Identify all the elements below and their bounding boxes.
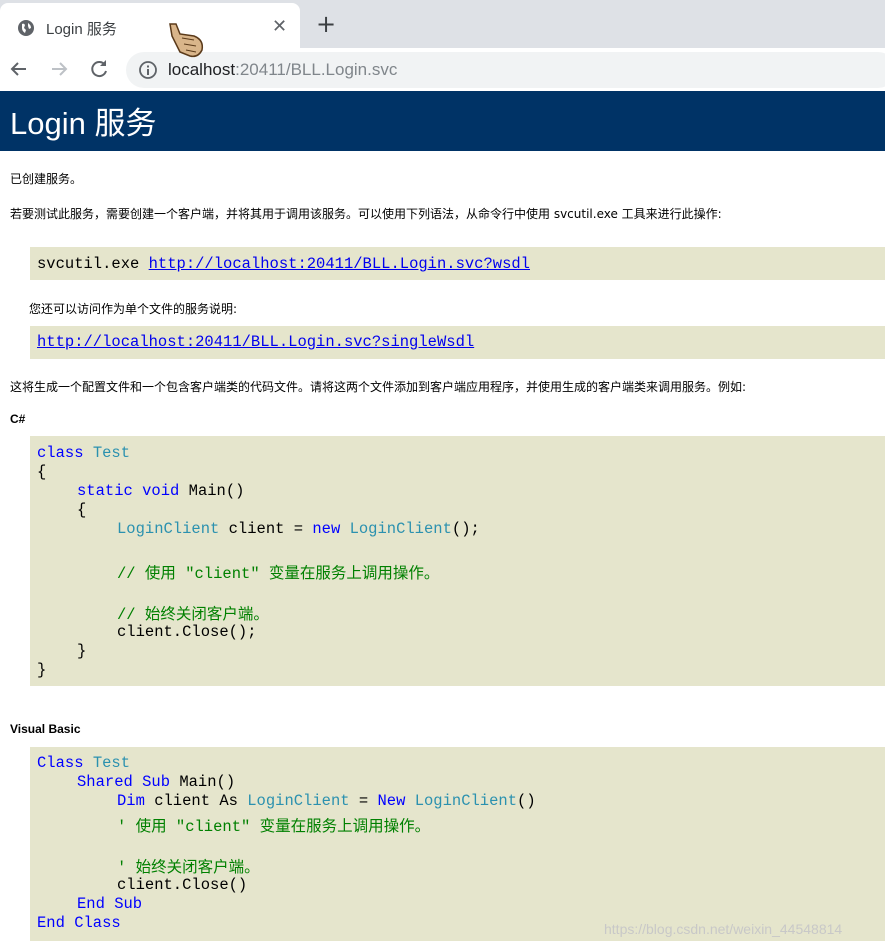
- svcutil-line: svcutil.exe http://localhost:20411/BLL.L…: [37, 255, 530, 273]
- vb-line-close-call: client.Close(): [117, 876, 248, 894]
- vb-main-method: Main(): [170, 773, 236, 791]
- vb-line-end-sub: End Sub: [77, 895, 143, 913]
- cs-line-brace-open: {: [37, 463, 47, 481]
- forward-arrow-icon[interactable]: [46, 56, 72, 82]
- single-wsdl-box: http://localhost:20411/BLL.Login.svc?sin…: [30, 326, 885, 359]
- cs-line-class: class Test: [37, 444, 130, 462]
- vb-ctor-end: (): [517, 792, 536, 810]
- vb-client-as: client As: [144, 792, 248, 810]
- cs-void-keyword: void: [142, 482, 180, 500]
- page-title: Login 服务: [10, 106, 157, 141]
- reload-icon[interactable]: [86, 56, 112, 82]
- watermark-text: https://blog.csdn.net/weixin_44548814: [604, 921, 843, 937]
- cs-client-decl: client =: [219, 520, 313, 538]
- vb-line-main: Shared Sub Main(): [77, 773, 235, 791]
- vb-line-dim: Dim client As LoginClient = New LoginCli…: [117, 792, 536, 810]
- cs-ctor-end: ();: [451, 520, 480, 538]
- csharp-code-box: class Test { static void Main() { LoginC…: [30, 436, 885, 686]
- vb-shared-keyword: Shared: [77, 773, 133, 791]
- cs-line-inner-open: {: [77, 501, 87, 519]
- vb-line-end-class: End Class: [37, 914, 121, 932]
- cs-line-close-call: client.Close();: [117, 623, 257, 641]
- vb-class-name: Test: [92, 754, 131, 772]
- single-wsdl-line: http://localhost:20411/BLL.Login.svc?sin…: [37, 333, 474, 351]
- cs-class-keyword: class: [37, 444, 84, 462]
- vb-dim-keyword: Dim: [117, 792, 145, 810]
- url-text: localhost:20411/BLL.Login.svc: [168, 60, 397, 80]
- cs-line-main: static void Main(): [77, 482, 244, 500]
- vb-comment-use-client: ' 使用 "client" 变量在服务上调用操作。: [117, 818, 431, 836]
- cs-line-inner-close: }: [77, 642, 87, 660]
- vb-new-keyword: New: [377, 792, 406, 810]
- cs-main-method: Main(): [188, 482, 245, 500]
- single-wsdl-link[interactable]: http://localhost:20411/BLL.Login.svc?sin…: [37, 333, 474, 351]
- back-arrow-icon[interactable]: [6, 56, 32, 82]
- service-created-text: 已创建服务。: [10, 172, 83, 186]
- vb-class-keyword: Class: [37, 754, 84, 772]
- vb-code-box: Class Test Shared Sub Main() Dim client …: [30, 747, 885, 941]
- tab-login-service[interactable]: Login 服务 ✕: [0, 3, 300, 48]
- vb-sub-keyword: Sub: [142, 773, 171, 791]
- new-tab-button[interactable]: +: [316, 10, 336, 38]
- vb-client-type: LoginClient: [247, 792, 350, 810]
- cs-class-name: Test: [92, 444, 131, 462]
- browser-toolbar: localhost:20411/BLL.Login.svc: [0, 48, 885, 91]
- cs-static-keyword: static: [77, 482, 133, 500]
- vb-equals: =: [349, 792, 378, 810]
- tab-strip: Login 服务 ✕ +: [0, 0, 885, 48]
- hand-cursor-icon: [169, 23, 204, 58]
- single-file-note: 您还可以访问作为单个文件的服务说明:: [29, 302, 238, 316]
- vb-comment-close-client: ' 始终关闭客户端。: [117, 859, 260, 877]
- intro-text: 若要测试此服务，需要创建一个客户端，并将其用于调用该服务。可以使用下列语法，从命…: [10, 207, 722, 221]
- vb-heading: Visual Basic: [10, 722, 81, 736]
- address-bar[interactable]: localhost:20411/BLL.Login.svc: [126, 52, 885, 88]
- tab-title: Login 服务: [46, 21, 117, 38]
- cs-new-keyword: new: [312, 520, 341, 538]
- svcutil-code-box: svcutil.exe http://localhost:20411/BLL.L…: [30, 247, 885, 280]
- url-path: :20411/BLL.Login.svc: [235, 60, 398, 79]
- csharp-heading: C#: [10, 412, 26, 426]
- svcutil-command: svcutil.exe: [37, 255, 149, 273]
- cs-comment-close-client: // 始终关闭客户端。: [117, 606, 269, 624]
- generate-note: 这将生成一个配置文件和一个包含客户端类的代码文件。请将这两个文件添加到客户端应用…: [10, 380, 747, 394]
- page-header: Login 服务: [0, 91, 885, 151]
- cs-comment-use-client: // 使用 "client" 变量在服务上调用操作。: [117, 565, 440, 583]
- info-icon[interactable]: [138, 60, 158, 80]
- cs-client-type: LoginClient: [117, 520, 220, 538]
- globe-icon: [18, 20, 34, 36]
- wsdl-link[interactable]: http://localhost:20411/BLL.Login.svc?wsd…: [149, 255, 530, 273]
- cs-line-brace-close: }: [37, 661, 47, 679]
- vb-line-class: Class Test: [37, 754, 130, 772]
- cs-client-ctor: LoginClient: [349, 520, 452, 538]
- vb-client-ctor: LoginClient: [414, 792, 518, 810]
- url-host: localhost: [168, 60, 236, 79]
- cs-line-client-decl: LoginClient client = new LoginClient();: [117, 520, 480, 538]
- tab-close-icon[interactable]: ✕: [272, 16, 287, 37]
